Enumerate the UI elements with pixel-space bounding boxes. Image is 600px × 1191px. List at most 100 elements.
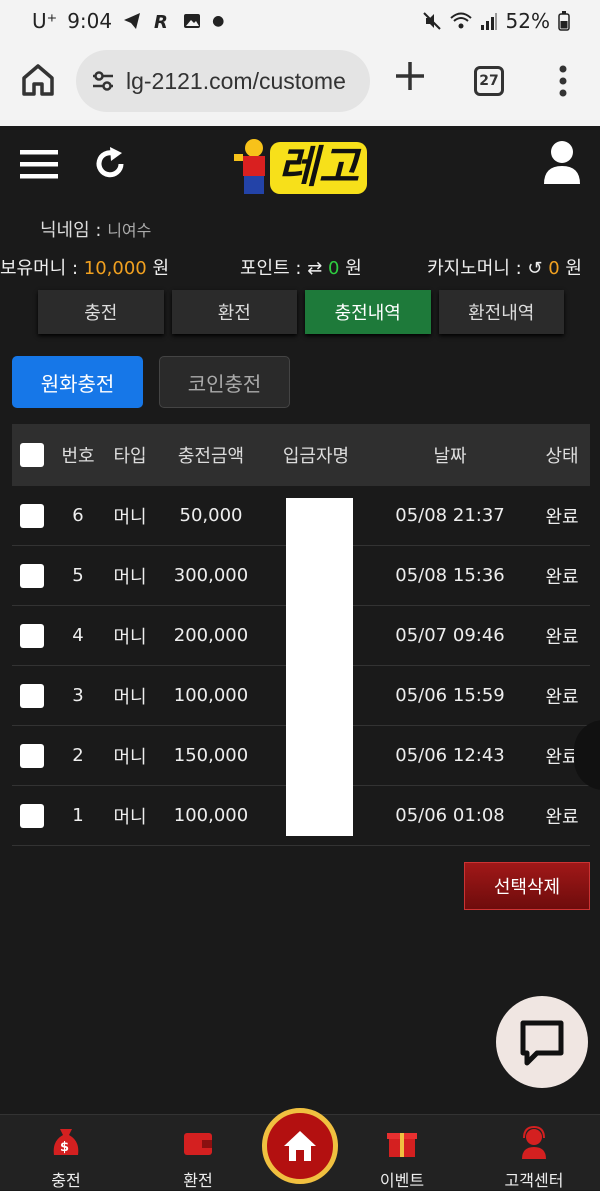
status-bar: U⁺ 9:04 R ● 52% — [0, 0, 600, 42]
tab-deposit[interactable]: 충전 — [38, 290, 164, 334]
row-status: 완료 — [545, 806, 579, 828]
nav-customer-center-label: 고객센터 — [504, 1171, 564, 1190]
point-convert-icon[interactable]: ⇄ — [307, 258, 322, 279]
row-status: 완료 — [545, 506, 579, 528]
row-date: 05/06 01:08 — [395, 805, 505, 826]
money-bag-icon: $ — [53, 1129, 79, 1155]
row-status: 완료 — [545, 626, 579, 648]
redacted-depositor-names — [286, 498, 353, 836]
header-status: 상태 — [545, 446, 579, 467]
row-checkbox[interactable] — [20, 803, 44, 828]
point-label: 포인트 : — [240, 258, 308, 279]
tab-withdraw[interactable]: 환전 — [171, 290, 297, 334]
nav-customer-center[interactable]: 고객센터 — [484, 1125, 584, 1191]
refresh-icon[interactable] — [92, 146, 128, 182]
site-settings-icon[interactable] — [90, 68, 116, 94]
site-logo[interactable]: 레고 — [230, 134, 370, 202]
nickname-value: 니여수 — [107, 221, 152, 240]
coin-deposit-tab[interactable]: 코인충전 — [159, 356, 290, 408]
money-value: 10,000 — [83, 258, 147, 279]
casino-label: 카지노머니 : — [427, 258, 528, 279]
row-status: 완료 — [545, 566, 579, 588]
row-checkbox[interactable] — [20, 563, 44, 588]
new-tab-icon[interactable] — [392, 58, 428, 94]
row-number: 1 — [72, 805, 84, 826]
main-tabs: 충전 환전 충전내역 환전내역 — [38, 290, 564, 334]
nav-event[interactable]: 이벤트 — [352, 1125, 452, 1191]
wifi-icon — [449, 12, 472, 29]
row-amount: 200,000 — [173, 625, 249, 646]
select-all-checkbox[interactable] — [20, 443, 44, 467]
more-menu-icon[interactable] — [553, 64, 573, 98]
row-checkbox[interactable] — [20, 683, 44, 708]
tab-withdraw-history[interactable]: 환전내역 — [438, 290, 564, 334]
nav-deposit[interactable]: $ 충전 — [16, 1125, 116, 1191]
notification-dot-icon: ● — [212, 13, 225, 29]
row-amount: 50,000 — [179, 505, 243, 526]
row-date: 05/06 15:59 — [395, 685, 505, 706]
row-type: 머니 — [113, 686, 147, 708]
row-amount: 150,000 — [173, 745, 249, 766]
svg-text:R: R — [154, 12, 168, 31]
row-type: 머니 — [113, 566, 147, 588]
row-type: 머니 — [113, 806, 147, 828]
nav-withdraw[interactable]: 환전 — [148, 1125, 248, 1191]
row-checkbox[interactable] — [20, 743, 44, 768]
row-number: 3 — [72, 685, 84, 706]
row-amount: 100,000 — [173, 805, 249, 826]
row-date: 05/08 21:37 — [395, 505, 505, 526]
money-label: 보유머니 : — [0, 258, 84, 279]
header-date: 날짜 — [433, 446, 467, 467]
casino-balance: 카지노머니 : ↺ 0 원 — [427, 254, 582, 280]
row-number: 5 — [72, 565, 84, 586]
nav-event-label: 이벤트 — [379, 1171, 425, 1190]
tab-switcher-button[interactable]: 27 — [474, 66, 504, 96]
telegram-icon — [124, 13, 141, 29]
battery-icon — [558, 11, 570, 31]
url-text: lg-2121.com/custome — [126, 67, 346, 94]
gallery-icon — [184, 14, 201, 28]
row-status: 완료 — [545, 686, 579, 708]
header-amount: 충전금액 — [177, 446, 245, 467]
nickname-row: 닉네임 : 니여수 — [40, 216, 151, 242]
nav-home-button[interactable] — [262, 1108, 338, 1184]
row-number: 4 — [72, 625, 84, 646]
browser-home-icon[interactable] — [18, 60, 58, 100]
headset-agent-icon — [522, 1125, 546, 1159]
gift-icon — [387, 1133, 417, 1157]
money-unit: 원 — [146, 258, 170, 279]
row-date: 05/08 15:36 — [395, 565, 505, 586]
browser-toolbar: lg-2121.com/custome 27 — [0, 42, 600, 126]
home-icon — [284, 1131, 316, 1161]
table-header: 번호 타입 충전금액 입금자명 날짜 상태 — [12, 424, 590, 486]
chat-button[interactable] — [496, 996, 588, 1088]
row-checkbox[interactable] — [20, 503, 44, 528]
delete-selected-button[interactable]: 선택삭제 — [464, 862, 590, 910]
row-type: 머니 — [113, 506, 147, 528]
krw-deposit-tab[interactable]: 원화충전 — [12, 356, 143, 408]
address-bar[interactable]: lg-2121.com/custome — [76, 50, 370, 112]
row-amount: 300,000 — [173, 565, 249, 586]
battery-percent: 52% — [505, 9, 550, 33]
header-depositor: 입금자명 — [282, 446, 350, 467]
mute-icon — [422, 12, 441, 30]
nickname-label: 닉네임 : — [40, 220, 108, 241]
chat-bubble-icon — [520, 1020, 564, 1066]
sub-tabs: 원화충전 코인충전 — [12, 356, 290, 408]
tab-deposit-history[interactable]: 충전내역 — [305, 290, 431, 334]
user-account-icon[interactable] — [542, 140, 582, 184]
casino-refresh-icon[interactable]: ↺ — [527, 258, 542, 279]
casino-unit: 원 — [559, 258, 582, 279]
row-number: 2 — [72, 745, 84, 766]
carrier-label: U⁺ — [32, 9, 58, 33]
clock: 9:04 — [67, 9, 113, 33]
row-date: 05/06 12:43 — [395, 745, 505, 766]
casino-value: 0 — [548, 258, 560, 279]
row-type: 머니 — [113, 746, 147, 768]
row-number: 6 — [72, 505, 84, 526]
row-checkbox[interactable] — [20, 623, 44, 648]
signal-icon — [480, 13, 497, 30]
nav-withdraw-label: 환전 — [183, 1171, 213, 1190]
hamburger-menu-icon[interactable] — [20, 148, 58, 180]
balance-row: 보유머니 : 10,000 원 포인트 : ⇄ 0 원 카지노머니 : ↺ 0 … — [0, 254, 600, 284]
